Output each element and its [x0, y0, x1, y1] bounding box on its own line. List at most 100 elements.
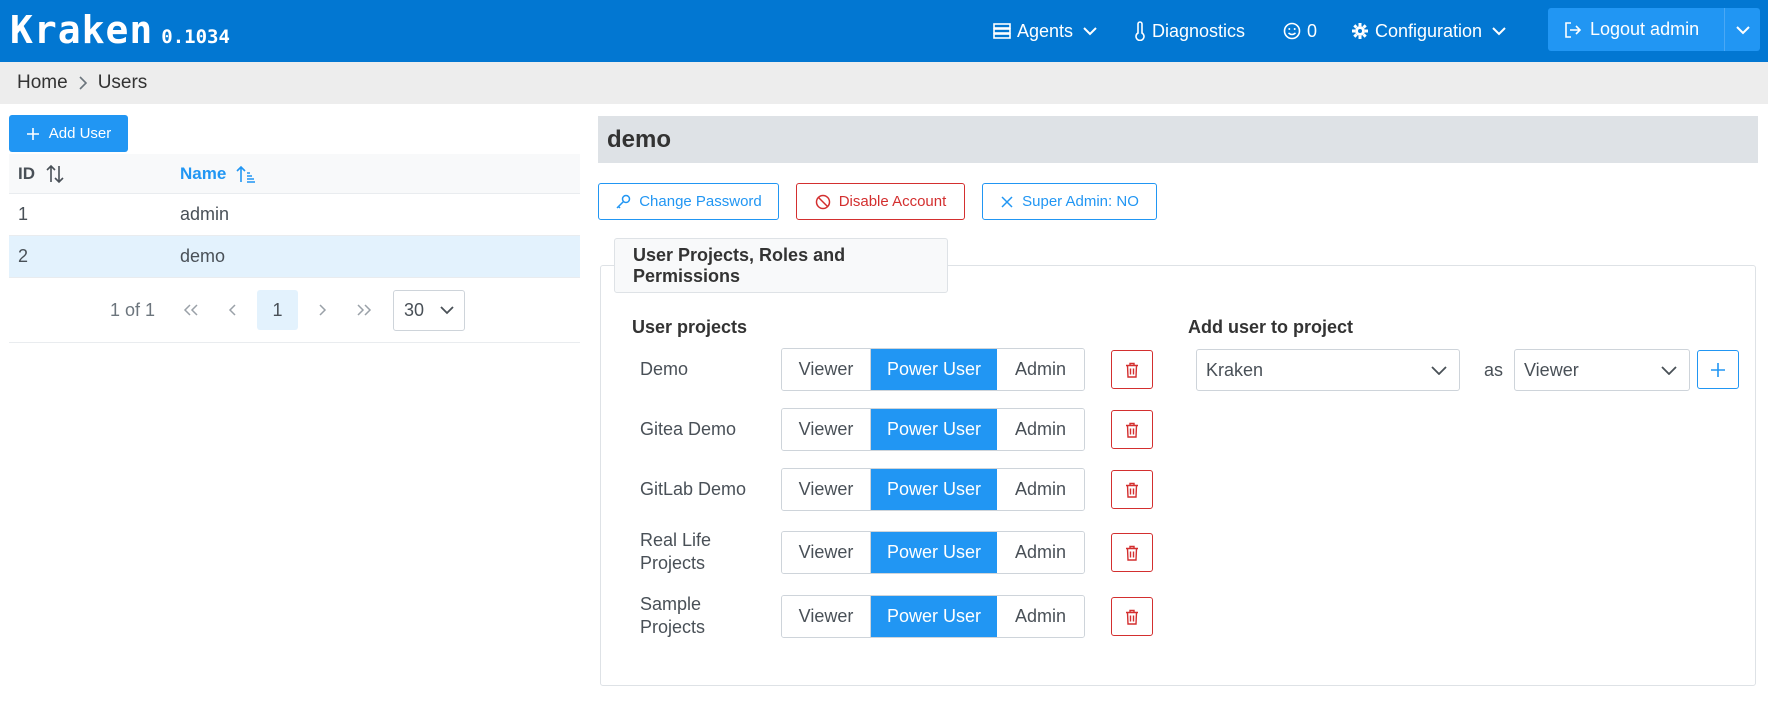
project-name: Demo — [640, 359, 689, 379]
trash-icon — [1126, 609, 1138, 625]
project-name: Gitea Demo — [640, 419, 737, 439]
column-header-name[interactable]: Name — [180, 164, 256, 184]
role-power-user-option[interactable]: Power User — [871, 596, 997, 637]
prev-page-button[interactable] — [212, 289, 254, 331]
logout-label: Logout admin — [1590, 19, 1700, 39]
nav-errors-count: 0 — [1307, 20, 1318, 41]
nav-configuration-menu[interactable]: Configuration — [1351, 0, 1506, 62]
role-admin-option[interactable]: Admin — [997, 469, 1084, 510]
nav-configuration-label: Configuration — [1375, 20, 1483, 41]
table-row-selected[interactable]: 2 demo — [9, 236, 580, 278]
project-name: Real Life Projects — [640, 530, 712, 573]
role-power-user-option[interactable]: Power User — [871, 349, 997, 390]
role-viewer-option[interactable]: Viewer — [782, 596, 871, 637]
project-select[interactable]: Kraken — [1196, 349, 1460, 391]
role-viewer-option[interactable]: Viewer — [782, 469, 871, 510]
last-page-button[interactable] — [343, 289, 385, 331]
table-row[interactable]: 1 admin — [9, 194, 580, 236]
role-selector: Viewer Power User Admin — [781, 348, 1085, 391]
server-icon — [993, 23, 1011, 39]
nav-errors-counter[interactable]: 0 — [1283, 0, 1317, 62]
chevron-down-icon — [440, 306, 454, 315]
nav-agents-label: Agents — [1017, 20, 1074, 41]
nav-diagnostics[interactable]: Diagnostics — [1134, 0, 1245, 62]
chevron-right-icon — [78, 76, 88, 90]
cell-name: admin — [180, 204, 230, 224]
breadcrumb-home[interactable]: Home — [17, 72, 68, 94]
project-select-value: Kraken — [1206, 359, 1264, 380]
remove-project-button[interactable] — [1111, 410, 1153, 449]
role-admin-option[interactable]: Admin — [997, 596, 1084, 637]
add-to-project-title: Add user to project — [1188, 317, 1354, 337]
logout-menu-toggle[interactable] — [1724, 8, 1760, 51]
rows-per-page-select[interactable]: 30 — [393, 289, 465, 331]
angle-double-right-icon — [357, 304, 372, 316]
remove-project-button[interactable] — [1111, 350, 1153, 389]
first-page-button[interactable] — [170, 289, 212, 331]
next-page-button[interactable] — [301, 289, 343, 331]
sort-amount-up-icon — [236, 165, 256, 183]
projects-fieldset-title: User Projects, Roles and Permissions — [633, 244, 846, 286]
nav-diagnostics-label: Diagnostics — [1152, 20, 1246, 41]
plus-icon — [26, 127, 39, 140]
chevron-down-icon — [1735, 25, 1750, 34]
angle-double-left-icon — [183, 304, 198, 316]
thermometer-icon — [1135, 21, 1145, 41]
sign-out-icon — [1565, 21, 1582, 38]
logout-button[interactable]: Logout admin — [1548, 8, 1724, 51]
breadcrumb-current: Users — [97, 72, 148, 93]
rows-per-page-value: 30 — [404, 299, 425, 320]
app-name: Kraken — [10, 8, 154, 52]
sort-icon — [46, 164, 64, 183]
paginator: 1 of 1 1 30 — [9, 278, 580, 343]
role-power-user-option[interactable]: Power User — [871, 409, 997, 450]
disable-account-button[interactable]: Disable Account — [796, 183, 965, 220]
ban-icon — [815, 194, 830, 209]
angle-left-icon — [228, 304, 236, 316]
cell-id: 1 — [18, 204, 29, 224]
column-header-id[interactable]: ID — [9, 164, 180, 184]
role-power-user-option[interactable]: Power User — [871, 532, 997, 573]
nav-agents-menu[interactable]: Agents — [993, 0, 1097, 62]
role-select-value: Viewer — [1524, 359, 1579, 380]
role-admin-option[interactable]: Admin — [997, 409, 1084, 450]
remove-project-button[interactable] — [1111, 470, 1153, 509]
cell-id: 2 — [18, 246, 29, 266]
chevron-down-icon — [1492, 27, 1506, 36]
role-selector: Viewer Power User Admin — [781, 468, 1085, 511]
disable-account-label: Disable Account — [838, 193, 947, 210]
gear-icon — [1352, 23, 1368, 39]
users-table: ID Name 1 admin 2 demo 1 of 1 1 30 — [9, 154, 580, 343]
role-select[interactable]: Viewer — [1514, 349, 1690, 391]
user-projects-title: User projects — [632, 317, 748, 337]
trash-icon — [1126, 422, 1138, 438]
add-user-button[interactable]: Add User — [9, 115, 128, 152]
chevron-down-icon — [1083, 27, 1097, 36]
projects-fieldset — [600, 265, 1756, 686]
role-admin-option[interactable]: Admin — [997, 532, 1084, 573]
as-label: as — [1484, 360, 1504, 380]
role-admin-option[interactable]: Admin — [997, 349, 1084, 390]
plus-icon — [1711, 362, 1725, 377]
trash-icon — [1126, 545, 1138, 561]
remove-project-button[interactable] — [1111, 597, 1153, 636]
role-selector: Viewer Power User Admin — [781, 595, 1085, 638]
user-detail-header: demo — [598, 116, 1758, 163]
remove-project-button[interactable] — [1111, 533, 1153, 572]
paginator-report: 1 of 1 — [110, 299, 156, 320]
role-viewer-option[interactable]: Viewer — [782, 349, 871, 390]
project-name: Sample Projects — [640, 594, 706, 637]
add-to-project-button[interactable] — [1697, 350, 1739, 389]
page-button-current[interactable]: 1 — [257, 290, 298, 330]
change-password-button[interactable]: Change Password — [598, 183, 779, 220]
app-version: 0.1034 — [161, 26, 230, 48]
role-viewer-option[interactable]: Viewer — [782, 532, 871, 573]
change-password-label: Change Password — [639, 193, 762, 210]
super-admin-toggle-button[interactable]: Super Admin: NO — [982, 183, 1157, 220]
role-viewer-option[interactable]: Viewer — [782, 409, 871, 450]
trash-icon — [1126, 482, 1138, 498]
smiley-icon — [1283, 22, 1301, 40]
role-power-user-option[interactable]: Power User — [871, 469, 997, 510]
app-logo[interactable]: Kraken 0.1034 — [10, 8, 230, 52]
cell-name: demo — [180, 246, 226, 266]
